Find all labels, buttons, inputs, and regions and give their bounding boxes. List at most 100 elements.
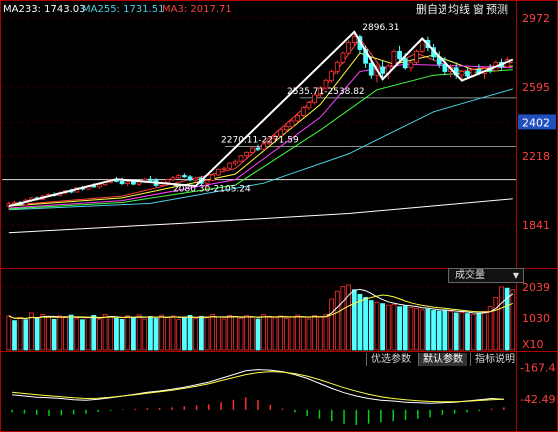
volume-bar bbox=[6, 315, 12, 351]
tab-default-params[interactable]: 默认参数 bbox=[418, 353, 467, 366]
volume-indicator-label: 成交量 bbox=[455, 270, 485, 281]
volume-bar bbox=[227, 314, 233, 351]
volume-bar bbox=[317, 316, 323, 351]
candle-body bbox=[187, 176, 193, 181]
volume-bar bbox=[119, 318, 125, 351]
candle-body bbox=[289, 120, 295, 127]
volume-bar bbox=[482, 310, 487, 351]
candle-body bbox=[402, 58, 408, 69]
volume-bar bbox=[448, 310, 453, 351]
candle-body bbox=[249, 147, 255, 153]
volume-bar bbox=[215, 316, 221, 351]
volume-bar bbox=[487, 306, 493, 351]
volume-bar bbox=[391, 303, 397, 351]
volume-bar bbox=[29, 312, 34, 351]
volume-tick-label: 2039 bbox=[522, 281, 550, 294]
candle-body bbox=[340, 52, 346, 63]
volume-bar bbox=[402, 305, 408, 351]
volume-bar bbox=[289, 316, 295, 351]
volume-indicator-select[interactable]: 成交量 ▼ bbox=[448, 268, 524, 283]
ma3-readout: MA3: 2017.71 bbox=[162, 4, 232, 15]
candle-body bbox=[346, 42, 351, 54]
volume-bar bbox=[108, 316, 114, 351]
tab-indicator-help[interactable]: 指标说明 bbox=[470, 353, 519, 366]
volume-bar bbox=[97, 318, 102, 351]
volume-bar bbox=[91, 314, 97, 351]
volume-bar bbox=[476, 312, 482, 351]
volume-bar bbox=[300, 316, 306, 351]
volume-bar bbox=[125, 315, 131, 351]
candle-body bbox=[125, 181, 131, 184]
volume-bar bbox=[397, 306, 402, 351]
volume-bar bbox=[153, 318, 159, 351]
volume-bar bbox=[249, 316, 255, 351]
volume-bar bbox=[232, 316, 238, 351]
volume-bar bbox=[114, 317, 119, 351]
stock-chart-canvas[interactable]: 2972 2595 2402 2218 1841 2896.31 2535.71-2538.… bbox=[0, 0, 558, 432]
volume-bar bbox=[34, 318, 40, 351]
forecast-button[interactable]: 预测 bbox=[484, 2, 510, 17]
candle-body bbox=[329, 71, 335, 81]
volume-bar bbox=[278, 315, 284, 351]
candle-body bbox=[131, 181, 136, 185]
tab-optimized-params[interactable]: 优选参数 bbox=[366, 353, 415, 366]
volume-bar bbox=[136, 314, 142, 351]
candle-body bbox=[165, 179, 170, 183]
ma-line-ma255 bbox=[8, 88, 513, 211]
candle-body bbox=[210, 174, 216, 181]
volume-bar bbox=[74, 318, 80, 351]
price-tick-label: 2218 bbox=[522, 150, 550, 163]
price-tick-label: 2595 bbox=[522, 81, 550, 94]
volume-bar bbox=[148, 316, 153, 351]
volume-bar bbox=[68, 314, 74, 351]
candle-body bbox=[204, 180, 210, 184]
indicator-line bbox=[12, 371, 504, 403]
volume-bar bbox=[165, 317, 170, 351]
volume-bar bbox=[131, 316, 136, 351]
volume-bar bbox=[436, 310, 442, 351]
volume-bar bbox=[80, 319, 85, 351]
candle-body bbox=[295, 115, 301, 122]
volume-bar bbox=[357, 293, 363, 351]
volume-unit-label: X10 bbox=[522, 338, 544, 351]
volume-bar bbox=[57, 315, 63, 351]
candle-body bbox=[227, 162, 233, 169]
volume-bar bbox=[187, 314, 193, 351]
candle-body bbox=[408, 61, 414, 69]
candle-body bbox=[419, 39, 425, 52]
ma255-readout: MA255: 1731.51 bbox=[82, 4, 165, 15]
volume-bar bbox=[283, 318, 289, 351]
candle-body bbox=[391, 50, 397, 67]
volume-bar bbox=[85, 316, 91, 351]
moving-average-button[interactable]: 均线 bbox=[446, 2, 472, 17]
candle-body bbox=[459, 71, 465, 76]
candle-body bbox=[380, 66, 385, 74]
volume-bar bbox=[23, 319, 29, 351]
candle-body bbox=[176, 175, 182, 179]
volume-bar bbox=[465, 313, 470, 351]
volume-bar bbox=[244, 315, 250, 351]
indicator-tick-label: -167.4 bbox=[520, 362, 555, 375]
volume-bar bbox=[170, 315, 176, 351]
candle-body bbox=[414, 50, 419, 63]
volume-bar bbox=[431, 310, 436, 351]
volume-bar bbox=[51, 318, 57, 351]
volume-bar bbox=[414, 307, 419, 351]
volume-bar bbox=[12, 320, 17, 351]
volume-bar bbox=[459, 311, 465, 351]
volume-bar bbox=[204, 317, 210, 351]
volume-bar bbox=[63, 317, 68, 351]
volume-bar bbox=[272, 317, 278, 351]
volume-bar bbox=[198, 315, 204, 351]
price-annotation: 2535.71-2538.82 bbox=[287, 87, 365, 97]
candle-body bbox=[193, 177, 199, 181]
volume-bar bbox=[408, 306, 414, 351]
volume-bar bbox=[374, 301, 380, 351]
volume-bar bbox=[40, 314, 46, 351]
candle-body bbox=[300, 107, 306, 116]
price-annotation: 2896.31 bbox=[362, 23, 399, 33]
volume-bar bbox=[499, 286, 504, 351]
volume-bar bbox=[102, 314, 108, 351]
volume-bar bbox=[510, 289, 516, 351]
volume-bar bbox=[159, 314, 165, 351]
